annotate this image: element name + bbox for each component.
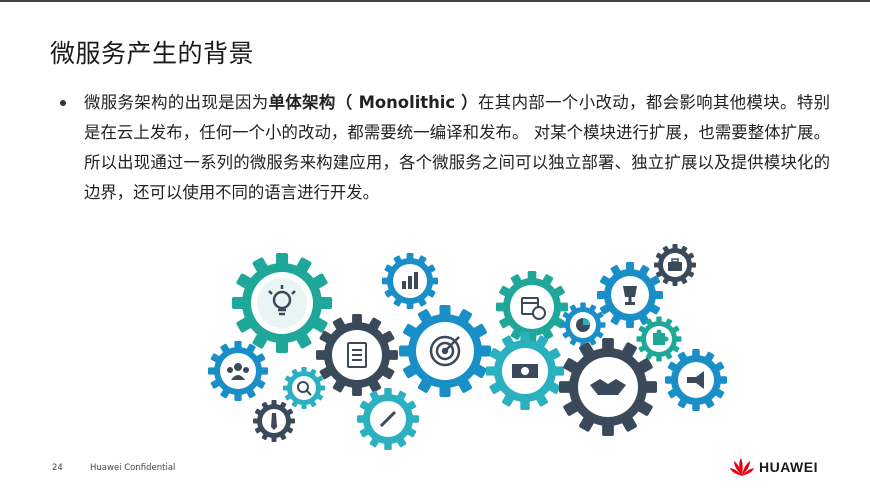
slide: 微服务产生的背景 微服务架构的出现是因为单体架构（ Monolithic ）在其… <box>0 0 870 491</box>
bullet-text-part1: 微服务架构的出现是因为 <box>84 93 269 112</box>
gear-trophy <box>597 262 663 328</box>
slide-title: 微服务产生的背景 <box>50 39 255 68</box>
gear-target <box>399 305 491 397</box>
brand-name: HUAWEI <box>759 459 818 475</box>
gear-search <box>283 367 325 409</box>
tie-icon <box>271 413 277 430</box>
pie-chart-icon <box>576 318 590 332</box>
gear-checklist <box>316 314 398 396</box>
top-border <box>0 0 870 2</box>
bullet-item: 微服务架构的出现是因为单体架构（ Monolithic ）在其内部一个小改动，都… <box>60 88 830 208</box>
gear-tie <box>253 400 295 442</box>
gear-team <box>208 341 268 401</box>
gear-bar-chart <box>382 253 438 309</box>
gear-megaphone <box>665 349 727 411</box>
money-icon <box>512 364 538 378</box>
huawei-flower-icon <box>730 458 754 476</box>
gear-money <box>486 332 564 410</box>
bullet-dot-icon <box>60 100 66 106</box>
microservices-gear-illustration <box>208 244 727 450</box>
bullet-text-bold: 单体架构（ Monolithic ） <box>268 93 479 112</box>
gear-handshake <box>559 338 657 436</box>
gear-lightbulb <box>232 253 332 353</box>
trophy-icon <box>623 286 637 305</box>
gear-pen <box>357 388 419 450</box>
page-number: 24 <box>52 463 63 473</box>
bullet-text: 微服务架构的出现是因为单体架构（ Monolithic ）在其内部一个小改动，都… <box>84 88 830 208</box>
confidential-label: Huawei Confidential <box>90 463 176 473</box>
gear-briefcase <box>654 244 696 286</box>
gear-calendar <box>496 271 568 343</box>
huawei-logo: HUAWEI <box>729 456 829 478</box>
